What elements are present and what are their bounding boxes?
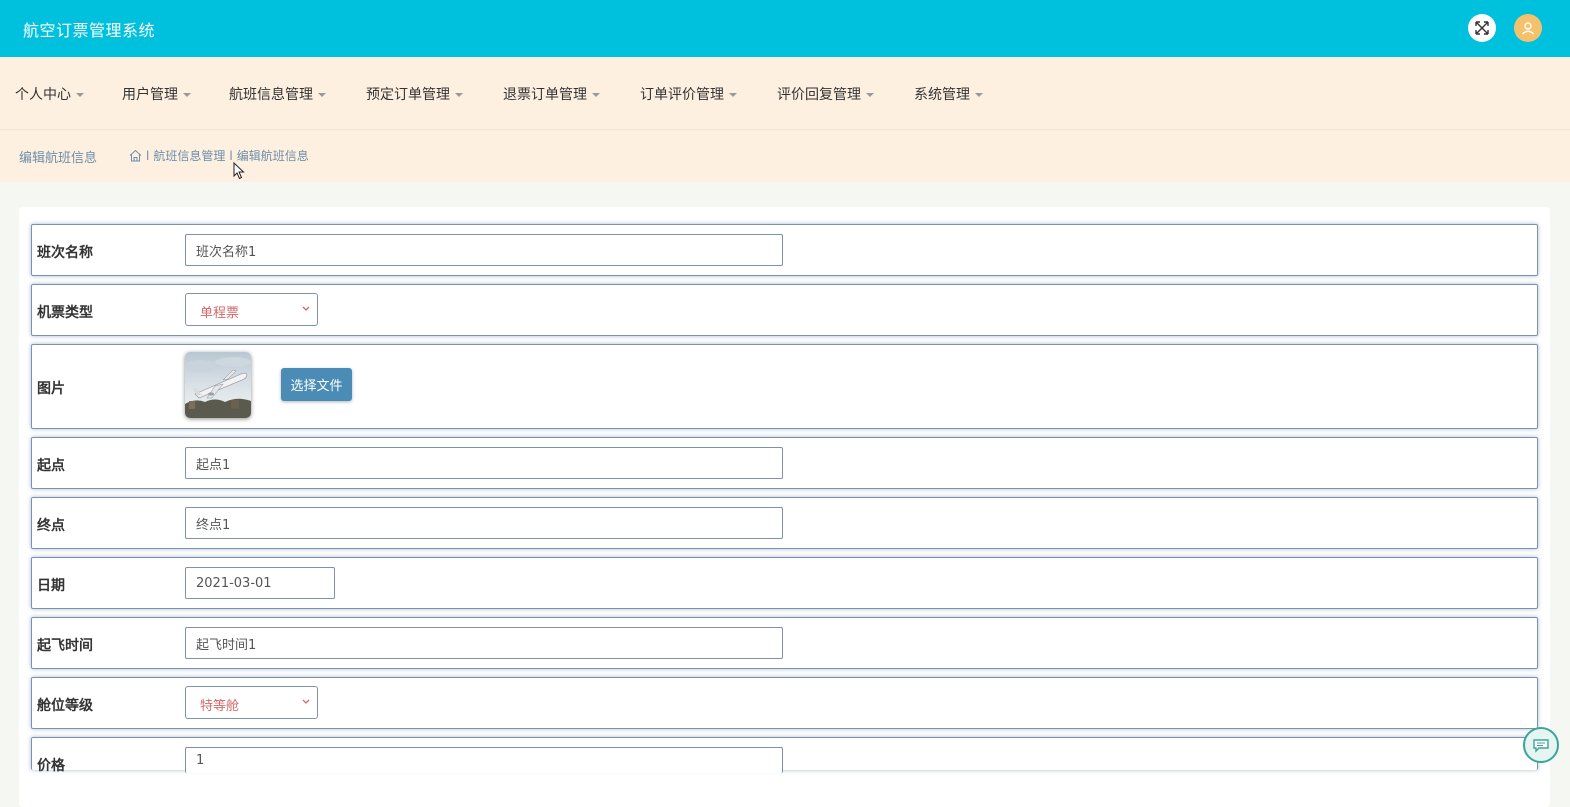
chevron-down-icon	[302, 306, 310, 311]
choose-file-button[interactable]: 选择文件	[281, 368, 352, 401]
caret-down-icon	[183, 93, 191, 97]
home-icon[interactable]	[129, 149, 142, 162]
top-header: 航空订票管理系统	[0, 0, 1570, 57]
breadcrumb-item-edit-flight: 编辑航班信息	[236, 149, 309, 163]
nav-review-reply-management[interactable]: 评价回复管理	[777, 84, 874, 104]
origin-label: 起点	[37, 458, 65, 474]
origin-input[interactable]	[185, 447, 783, 479]
banci-label: 班次名称	[37, 245, 93, 261]
caret-down-icon	[592, 93, 600, 97]
nav-refund-order-management[interactable]: 退票订单管理	[503, 84, 600, 104]
price-input[interactable]	[185, 747, 783, 773]
main-nav: 个人中心 用户管理 航班信息管理 预定订单管理 退票订单管理 订单评价管理 评价…	[0, 57, 1570, 130]
cabin-class-value: 特等舱	[200, 699, 240, 714]
image-label: 图片	[37, 381, 65, 397]
nav-personal-center[interactable]: 个人中心	[15, 84, 84, 104]
caret-down-icon	[455, 93, 463, 97]
chevron-down-icon	[302, 699, 310, 704]
ticket-type-value: 单程票	[200, 306, 240, 321]
nav-order-review-management[interactable]: 订单评价管理	[640, 84, 737, 104]
destination-label: 终点	[37, 518, 65, 534]
breadcrumb: l 航班信息管理 l 编辑航班信息	[129, 147, 309, 164]
banci-input[interactable]	[185, 234, 783, 266]
caret-down-icon	[729, 93, 737, 97]
destination-input[interactable]	[185, 507, 783, 539]
breadcrumb-separator: l	[146, 148, 150, 163]
app-title: 航空订票管理系统	[23, 21, 156, 40]
fullscreen-button[interactable]	[1468, 14, 1496, 42]
ticket-type-label: 机票类型	[37, 305, 93, 321]
nav-system-management[interactable]: 系统管理	[914, 84, 983, 104]
form-row-cabin-class: 舱位等级 特等舱	[31, 677, 1538, 729]
price-label: 价格	[37, 758, 65, 774]
form-row-ticket-type: 机票类型 单程票	[31, 284, 1538, 336]
nav-booking-order-management[interactable]: 预定订单管理	[366, 84, 463, 104]
airplane-photo	[185, 352, 251, 418]
form-row-image: 图片 选择文件	[31, 344, 1538, 429]
form-row-departure-time: 起飞时间	[31, 617, 1538, 669]
nav-user-management[interactable]: 用户管理	[122, 84, 191, 104]
user-avatar-button[interactable]	[1514, 14, 1542, 42]
caret-down-icon	[866, 93, 874, 97]
breadcrumb-item-flight-info[interactable]: 航班信息管理	[153, 147, 225, 164]
form-row-banci: 班次名称	[31, 224, 1538, 276]
nav-flight-info-management[interactable]: 航班信息管理	[229, 84, 326, 104]
cabin-class-label: 舱位等级	[37, 698, 93, 714]
mouse-cursor-icon	[233, 162, 245, 180]
date-input[interactable]	[185, 567, 335, 599]
ticket-type-select[interactable]: 单程票	[185, 293, 318, 326]
chat-icon	[1533, 739, 1549, 753]
departure-time-label: 起飞时间	[37, 638, 93, 654]
floating-help-button[interactable]	[1523, 727, 1559, 763]
form-row-destination: 终点	[31, 497, 1538, 549]
form-row-origin: 起点	[31, 437, 1538, 489]
flight-image-thumbnail	[185, 352, 251, 418]
caret-down-icon	[975, 93, 983, 97]
form-row-price: 价格	[31, 737, 1538, 774]
form-row-date: 日期	[31, 557, 1538, 609]
user-icon	[1522, 22, 1534, 35]
fullscreen-icon	[1475, 21, 1489, 35]
caret-down-icon	[318, 93, 326, 97]
date-label: 日期	[37, 578, 65, 594]
breadcrumb-separator: l	[229, 148, 233, 163]
cabin-class-select[interactable]: 特等舱	[185, 686, 318, 719]
page-title: 编辑航班信息	[19, 151, 98, 166]
caret-down-icon	[76, 93, 84, 97]
departure-time-input[interactable]	[185, 627, 783, 659]
